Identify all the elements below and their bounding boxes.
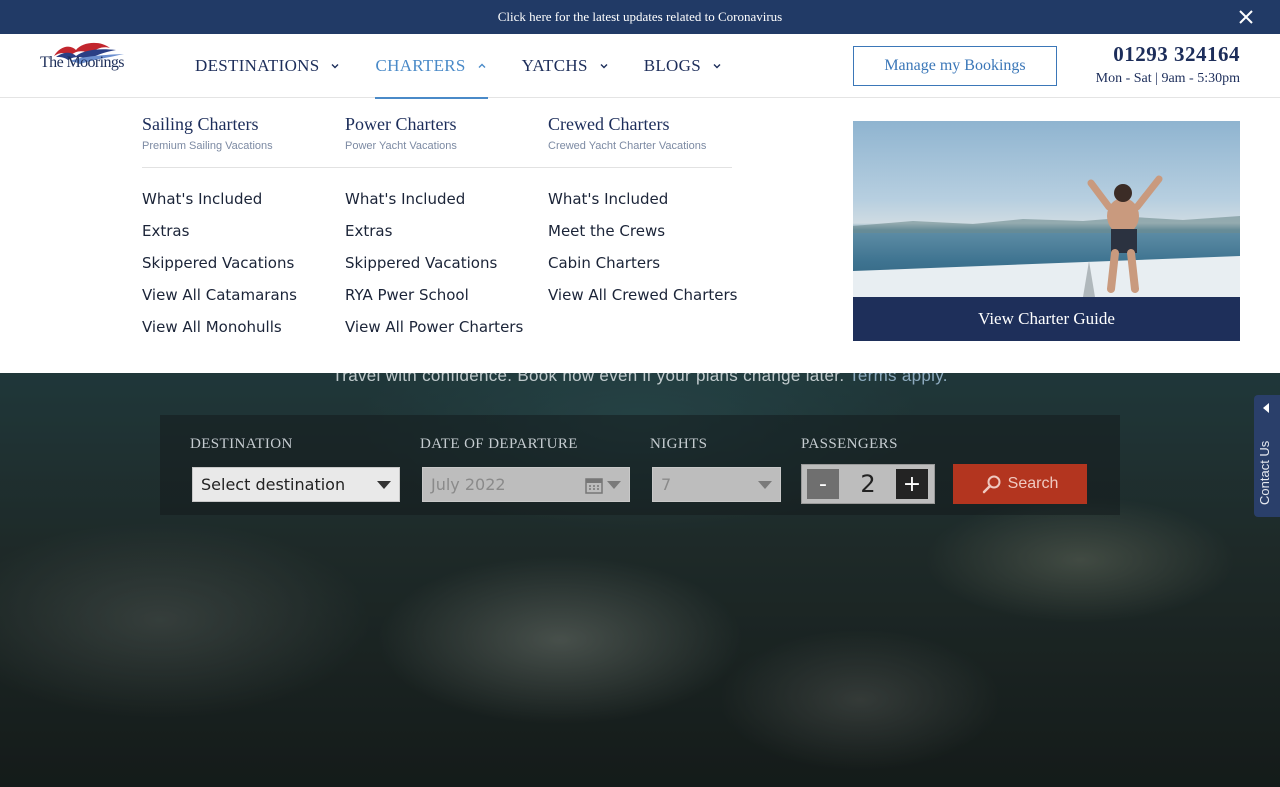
- menu-link[interactable]: View All Monohulls: [142, 318, 297, 350]
- nav-yachts[interactable]: YATCHS: [522, 34, 610, 98]
- nav-charters-label: CHARTERS: [375, 56, 466, 75]
- menu-link[interactable]: Cabin Charters: [548, 254, 738, 286]
- contact-us-tab[interactable]: Contact Us: [1254, 395, 1280, 517]
- passengers-value[interactable]: 2: [842, 467, 894, 501]
- menu-link[interactable]: RYA Pwer School: [345, 286, 523, 318]
- nights-value: 7: [661, 475, 672, 494]
- calendar-icon: [585, 478, 603, 494]
- column-title[interactable]: Power Charters: [345, 114, 535, 135]
- nights-label: NIGHTS: [650, 436, 708, 452]
- opening-hours: Mon - Sat | 9am - 5:30pm: [1095, 71, 1240, 86]
- decrement-button[interactable]: -: [807, 469, 839, 499]
- search-button-label: Search: [1007, 475, 1059, 492]
- chevron-down-icon: [600, 64, 608, 69]
- nav-yachts-label: YATCHS: [521, 56, 588, 75]
- increment-button[interactable]: +: [896, 469, 928, 499]
- view-charter-guide-button[interactable]: View Charter Guide: [853, 297, 1240, 341]
- menu-link[interactable]: Skippered Vacations: [345, 254, 523, 286]
- crewed-charters-column: Crewed Charters Crewed Yacht Charter Vac…: [548, 114, 738, 152]
- menu-link[interactable]: View All Catamarans: [142, 286, 297, 318]
- passengers-label: PASSENGERS: [801, 436, 898, 452]
- column-subtitle: Power Yacht Vacations: [345, 140, 457, 152]
- main-nav: DESTINATIONS CHARTERS YATCHS BLOGS: [195, 34, 757, 99]
- menu-link[interactable]: Skippered Vacations: [142, 254, 297, 286]
- menu-link[interactable]: View All Power Charters: [345, 318, 523, 350]
- menu-link[interactable]: Extras: [142, 222, 297, 254]
- close-icon[interactable]: [1236, 7, 1256, 27]
- destination-value: Select destination: [201, 475, 346, 494]
- nav-destinations-label: DESTINATIONS: [195, 56, 320, 75]
- nav-blogs-label: BLOGS: [643, 56, 701, 75]
- menu-link[interactable]: Extras: [345, 222, 523, 254]
- dropdown-caret-icon: [758, 481, 772, 489]
- menu-link[interactable]: Meet the Crews: [548, 222, 738, 254]
- site-header: The Moorings DESTINATIONS CHARTERS YATCH…: [0, 34, 1280, 99]
- search-button[interactable]: Search: [953, 464, 1087, 504]
- power-links: What's Included Extras Skippered Vacatio…: [345, 190, 523, 350]
- charters-mega-menu: Sailing Charters Premium Sailing Vacatio…: [0, 98, 1280, 373]
- sailing-links: What's Included Extras Skippered Vacatio…: [142, 190, 297, 350]
- column-title[interactable]: Crewed Charters: [548, 114, 738, 135]
- alert-link[interactable]: Click here for the latest updates relate…: [498, 9, 782, 25]
- menu-link[interactable]: What's Included: [548, 190, 738, 222]
- expand-arrow-icon: [1263, 403, 1269, 413]
- charter-guide-promo[interactable]: View Charter Guide: [853, 121, 1240, 341]
- departure-date-select[interactable]: July 2022: [422, 467, 630, 502]
- chevron-down-icon: [331, 64, 339, 69]
- coronavirus-alert-bar: Click here for the latest updates relate…: [0, 0, 1280, 34]
- divider: [142, 167, 732, 168]
- menu-link[interactable]: What's Included: [142, 190, 297, 222]
- destination-select[interactable]: Select destination: [192, 467, 400, 502]
- menu-link[interactable]: What's Included: [345, 190, 523, 222]
- date-label: DATE OF DEPARTURE: [420, 436, 578, 452]
- passengers-stepper: - 2 +: [801, 464, 935, 504]
- nav-blogs[interactable]: BLOGS: [644, 34, 723, 98]
- sailing-charters-column: Sailing Charters Premium Sailing Vacatio…: [142, 114, 332, 152]
- sailor-on-bow-image: [853, 175, 1240, 297]
- contact-info: 01293 324164 Mon - Sat | 9am - 5:30pm: [1096, 42, 1240, 87]
- column-subtitle: Premium Sailing Vacations: [142, 140, 273, 152]
- logo-text: The Moorings: [40, 54, 125, 71]
- dropdown-caret-icon: [377, 481, 391, 489]
- search-panel: DESTINATION Select destination DATE OF D…: [160, 415, 1120, 515]
- nav-charters[interactable]: CHARTERS: [375, 34, 488, 99]
- promo-image: [853, 121, 1240, 297]
- phone-number[interactable]: 01293 324164: [1096, 42, 1240, 67]
- dropdown-caret-icon: [607, 481, 621, 489]
- manage-bookings-button[interactable]: Manage my Bookings: [853, 46, 1057, 86]
- nights-select[interactable]: 7: [652, 467, 781, 502]
- nav-destinations[interactable]: DESTINATIONS: [195, 34, 341, 98]
- search-icon: [982, 475, 1001, 494]
- destination-label: DESTINATION: [190, 436, 293, 452]
- column-subtitle: Crewed Yacht Charter Vacations: [548, 140, 707, 152]
- chevron-up-icon: [478, 63, 486, 68]
- date-value: July 2022: [431, 475, 506, 494]
- menu-link[interactable]: View All Crewed Charters: [548, 286, 738, 318]
- chevron-down-icon: [713, 64, 721, 69]
- power-charters-column: Power Charters Power Yacht Vacations: [345, 114, 535, 152]
- crewed-links: What's Included Meet the Crews Cabin Cha…: [548, 190, 738, 318]
- column-title[interactable]: Sailing Charters: [142, 114, 332, 135]
- contact-us-label: Contact Us: [1257, 440, 1272, 505]
